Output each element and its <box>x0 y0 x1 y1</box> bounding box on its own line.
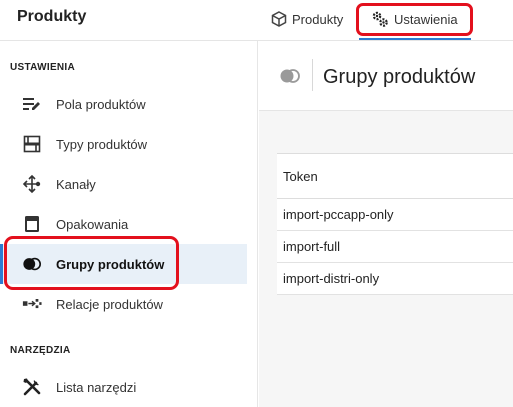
sidebar-item-typy-produktow[interactable]: Typy produktów <box>0 124 247 164</box>
sidebar-item-label: Pola produktów <box>56 96 146 112</box>
table-header-token[interactable]: Token <box>277 154 513 199</box>
sidebar-item-label: Lista narzędzi <box>56 379 137 395</box>
sidebar-item-label: Kanały <box>56 176 96 192</box>
package-icon <box>22 215 42 233</box>
sidebar-item-pola-produktow[interactable]: Pola produktów <box>0 84 247 124</box>
sidebar-item-label: Typy produktów <box>56 136 148 152</box>
relations-icon <box>22 295 42 313</box>
sidebar-section-ustawienia: USTAWIENIA <box>10 62 76 73</box>
highlight-annotation-tab <box>356 3 473 36</box>
header-divider <box>312 59 313 91</box>
sidebar: USTAWIENIA Pola produktów Typy produktów <box>0 41 258 407</box>
channels-arrows-icon <box>22 174 42 194</box>
table-row[interactable]: import-full <box>277 231 513 263</box>
sidebar-item-label: Opakowania <box>56 216 129 232</box>
table-row[interactable]: import-pccapp-only <box>277 199 513 231</box>
sidebar-item-lista-narzedzi[interactable]: Lista narzędzi <box>0 367 247 407</box>
page-title: Grupy produktów <box>323 66 476 88</box>
sidebar-item-kanaly[interactable]: Kanały <box>0 164 247 204</box>
highlight-annotation-sidebar <box>4 236 179 290</box>
active-tab-indicator <box>359 38 471 40</box>
main-content: Grupy produktów Token import-pccapp-only… <box>259 41 513 407</box>
tab-produkty[interactable]: Produkty <box>271 7 343 31</box>
cube-icon <box>271 11 287 27</box>
fields-edit-icon <box>22 95 42 113</box>
app-title: Produkty <box>17 8 87 25</box>
product-groups-header-icon <box>279 68 301 89</box>
sidebar-item-label: Relacje produktów <box>56 296 163 312</box>
sidebar-section-narzedzia: NARZĘDZIA <box>10 345 71 356</box>
product-types-icon <box>22 135 42 153</box>
sidebar-item-relacje-produktow[interactable]: Relacje produktów <box>0 284 247 324</box>
tab-produkty-label: Produkty <box>292 11 344 27</box>
page-header: Grupy produktów <box>259 41 513 111</box>
tools-icon <box>22 378 42 396</box>
table-row[interactable]: import-distri-only <box>277 263 513 295</box>
groups-table: Token import-pccapp-only import-full imp… <box>277 153 513 295</box>
